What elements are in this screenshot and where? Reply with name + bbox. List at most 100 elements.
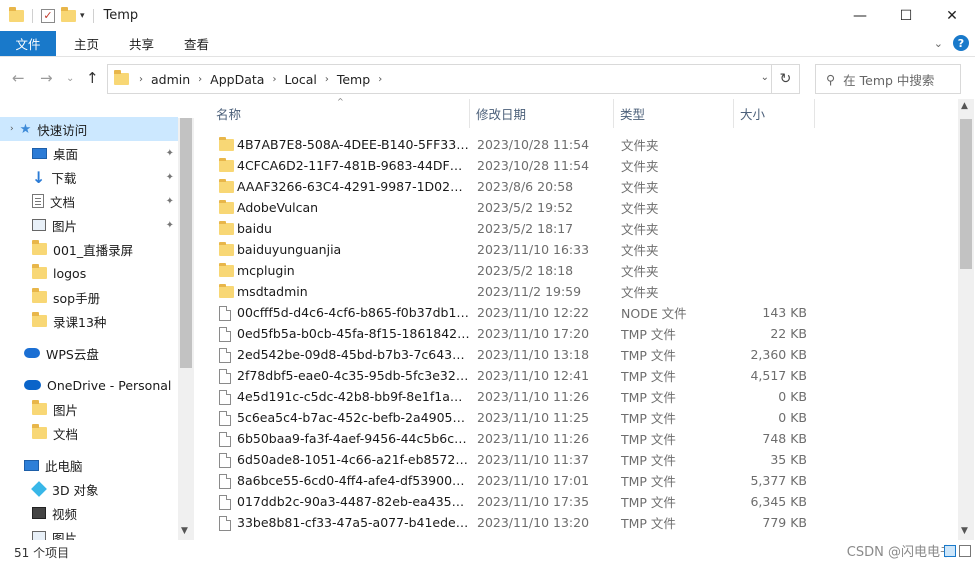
folder-icon — [32, 264, 47, 279]
table-row[interactable]: 017ddb2c-90a3-4487-82eb-ea43557... 2023/1… — [210, 491, 810, 512]
column-header: ^ 名称 修改日期 类型 大小 — [200, 97, 958, 128]
pictures-icon — [32, 531, 46, 540]
new-folder-icon[interactable] — [61, 6, 76, 22]
tab-view[interactable]: 查看 — [172, 31, 221, 56]
file-type: NODE 文件 — [621, 306, 687, 321]
file-icon — [219, 369, 231, 384]
sidebar-item-onedrive-documents[interactable]: 文档 — [32, 421, 178, 445]
sidebar-item-label: 文档 — [50, 194, 76, 210]
sidebar-item-label: 下载 — [51, 170, 77, 186]
breadcrumb-local[interactable]: Local — [284, 72, 316, 87]
sidebar-item-quick-access[interactable]: › ★ 快速访问 — [0, 117, 178, 141]
scrollbar-thumb[interactable] — [180, 118, 192, 368]
window-controls: — ☐ ✕ — [837, 0, 975, 31]
sidebar-item-onedrive[interactable]: OneDrive - Personal — [24, 373, 178, 397]
maximize-button[interactable]: ☐ — [883, 0, 929, 31]
sidebar-item-logos[interactable]: logos — [32, 261, 178, 285]
table-row[interactable]: 0ed5fb5a-b0cb-45fa-8f15-18618423e... 2023… — [210, 323, 810, 344]
tab-share[interactable]: 共享 — [117, 31, 166, 56]
table-row[interactable]: AdobeVulcan 2023/5/2 19:52 文件夹 — [210, 197, 810, 218]
address-bar[interactable]: › admin › AppData › Local › Temp › ⌄ ↻ — [107, 64, 800, 94]
breadcrumb-admin[interactable]: admin — [151, 72, 190, 87]
table-row[interactable]: baidu 2023/5/2 18:17 文件夹 — [210, 218, 810, 239]
minimize-button[interactable]: — — [837, 0, 883, 31]
table-row[interactable]: 6b50baa9-fa3f-4aef-9456-44c5b6c0c... 2023… — [210, 428, 810, 449]
table-row[interactable]: 00cfff5d-d4c6-4cf6-b865-f0b37db19... 2023… — [210, 302, 810, 323]
sidebar-item-this-pc[interactable]: 此电脑 — [24, 453, 178, 477]
customize-dropdown-icon[interactable]: ▾ — [80, 11, 85, 21]
table-row[interactable]: 5c6ea5c4-b7ac-452c-befb-2a490547... 2023/… — [210, 407, 810, 428]
scroll-up-icon[interactable]: ▲ — [961, 101, 968, 111]
table-row[interactable]: 2ed542be-09d8-45bd-b7b3-7c6433e... 2023/1… — [210, 344, 810, 365]
help-icon[interactable]: ? — [953, 35, 969, 51]
table-row[interactable]: 4e5d191c-c5dc-42b8-bb9f-8e1f1a70... 2023/… — [210, 386, 810, 407]
file-type: 文件夹 — [621, 285, 659, 300]
table-row[interactable]: msdtadmin 2023/11/2 19:59 文件夹 — [210, 281, 810, 302]
column-date[interactable]: 修改日期 — [470, 99, 614, 128]
file-name: baidu — [237, 221, 272, 236]
large-icons-view-icon[interactable] — [959, 545, 971, 557]
recent-locations-button[interactable]: ⌄ — [66, 73, 74, 84]
expand-icon[interactable]: › — [10, 124, 14, 134]
search-icon: ⚲ — [826, 71, 836, 87]
sidebar-scrollbar[interactable]: ▼ — [178, 118, 194, 541]
crumb-separator[interactable]: › — [378, 74, 382, 85]
breadcrumb-appdata[interactable]: AppData — [210, 72, 264, 87]
details-view-icon[interactable] — [944, 545, 956, 557]
column-size[interactable]: 大小 — [734, 99, 815, 128]
table-row[interactable]: 4CFCA6D2-11F7-481B-9683-44DF0BA... 2023/1… — [210, 155, 810, 176]
up-button[interactable]: ↑ — [86, 69, 99, 87]
sidebar-item-videos[interactable]: 视频 — [32, 501, 178, 525]
forward-button[interactable]: → — [40, 69, 53, 87]
file-list-scrollbar[interactable]: ▲ ▼ — [958, 99, 974, 540]
sidebar-item-sop[interactable]: sop手册 — [32, 285, 178, 309]
crumb-separator[interactable]: › — [198, 74, 202, 85]
sidebar-item-downloads[interactable]: ↓ 下载 ✦ — [32, 165, 178, 189]
sidebar-item-desktop[interactable]: 桌面 ✦ — [32, 141, 178, 165]
table-row[interactable]: AAAF3266-63C4-4291-9987-1D021A6... 2023/8… — [210, 176, 810, 197]
breadcrumb-temp[interactable]: Temp — [337, 72, 370, 87]
file-date: 2023/11/10 16:33 — [477, 242, 590, 257]
sidebar-item-pictures[interactable]: 图片 ✦ — [32, 213, 178, 237]
search-input[interactable]: ⚲ 在 Temp 中搜索 — [815, 64, 961, 94]
file-size: 35 KB — [770, 452, 807, 467]
table-row[interactable]: mcplugin 2023/5/2 18:18 文件夹 — [210, 260, 810, 281]
tab-home[interactable]: 主页 — [62, 31, 111, 56]
table-row[interactable]: 4B7AB7E8-508A-4DEE-B140-5FF33F2... 2023/1… — [210, 134, 810, 155]
back-button[interactable]: ← — [12, 69, 25, 87]
properties-icon[interactable]: ✓ — [41, 8, 55, 23]
address-dropdown-icon[interactable]: ⌄ — [761, 72, 769, 83]
expand-ribbon-icon[interactable]: ⌄ — [934, 37, 943, 50]
sidebar-item-documents[interactable]: 文档 ✦ — [32, 189, 178, 213]
table-row[interactable]: baiduyunguanjia 2023/11/10 16:33 文件夹 — [210, 239, 810, 260]
sidebar-item-wps-cloud[interactable]: WPS云盘 — [24, 341, 178, 365]
close-button[interactable]: ✕ — [929, 0, 975, 31]
column-name[interactable]: 名称 — [210, 99, 470, 128]
table-row[interactable]: 8a6bce55-6cd0-4ff4-afe4-df539001c... 2023… — [210, 470, 810, 491]
file-date: 2023/11/10 11:25 — [477, 410, 590, 425]
crumb-separator[interactable]: › — [325, 74, 329, 85]
file-icon — [219, 327, 231, 342]
tab-file[interactable]: 文件 — [0, 31, 56, 56]
scrollbar-thumb[interactable] — [960, 119, 972, 269]
file-name: 00cfff5d-d4c6-4cf6-b865-f0b37db19... — [237, 305, 470, 320]
file-icon — [219, 432, 231, 447]
scroll-down-icon[interactable]: ▼ — [961, 526, 968, 536]
table-row[interactable]: 2f78dbf5-eae0-4c35-95db-5fc3e32dc... 2023… — [210, 365, 810, 386]
file-size: 143 KB — [762, 305, 807, 320]
file-name: 6b50baa9-fa3f-4aef-9456-44c5b6c0c... — [237, 431, 470, 446]
column-type[interactable]: 类型 — [614, 99, 734, 128]
table-row[interactable]: 6d50ade8-1051-4c66-a21f-eb8572d1... 2023/… — [210, 449, 810, 470]
scroll-down-icon[interactable]: ▼ — [181, 526, 188, 536]
sidebar-item-pc-pictures[interactable]: 图片 — [32, 525, 178, 540]
sidebar-item-001[interactable]: 001_直播录屏 — [32, 237, 178, 261]
sidebar-item-3d-objects[interactable]: 3D 对象 — [31, 477, 178, 501]
file-icon — [219, 348, 231, 363]
sidebar-item-courses[interactable]: 录课13种 — [32, 309, 178, 333]
sidebar-item-onedrive-pictures[interactable]: 图片 — [32, 397, 178, 421]
crumb-separator[interactable]: › — [272, 74, 276, 85]
refresh-button[interactable]: ↻ — [771, 65, 799, 93]
table-row[interactable]: 33be8b81-cf33-47a5-a077-b41ede89... 2023/… — [210, 512, 810, 533]
file-glyph — [219, 306, 231, 321]
file-name: msdtadmin — [237, 284, 308, 299]
